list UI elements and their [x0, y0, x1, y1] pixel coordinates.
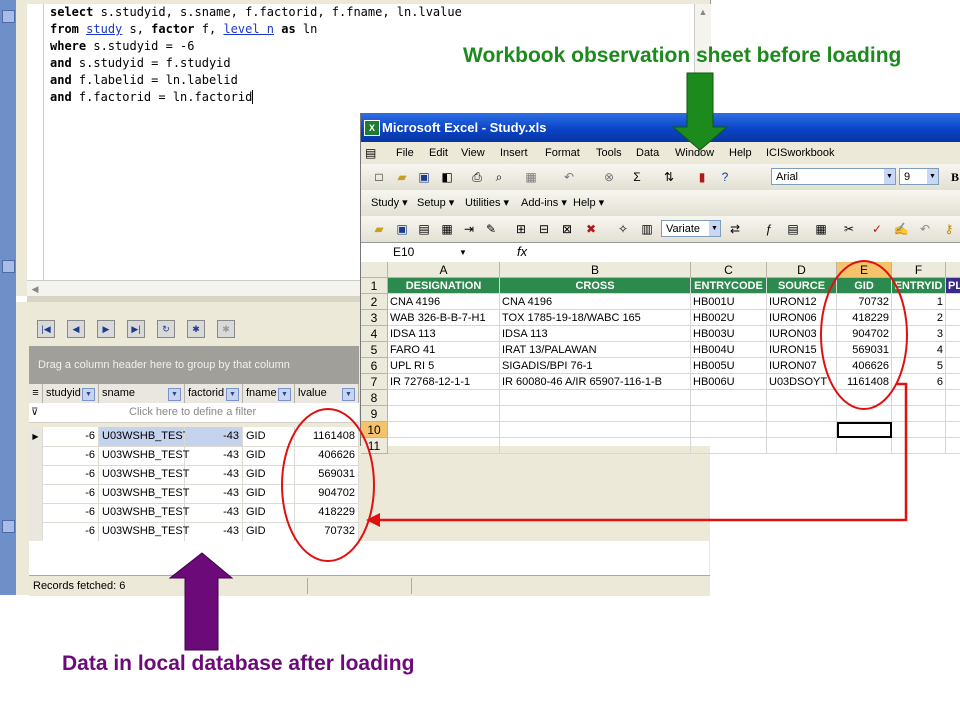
gid-column-circle [820, 260, 908, 410]
lvalue-column-circle [281, 408, 375, 562]
red-connector-line [378, 382, 908, 522]
green-arrow [671, 72, 729, 151]
purple-arrow [168, 552, 234, 651]
annotation-bottom: Data in local database after loading [62, 652, 415, 675]
annotation-top: Workbook observation sheet before loadin… [463, 44, 902, 67]
annotation-overlay [168, 72, 908, 651]
